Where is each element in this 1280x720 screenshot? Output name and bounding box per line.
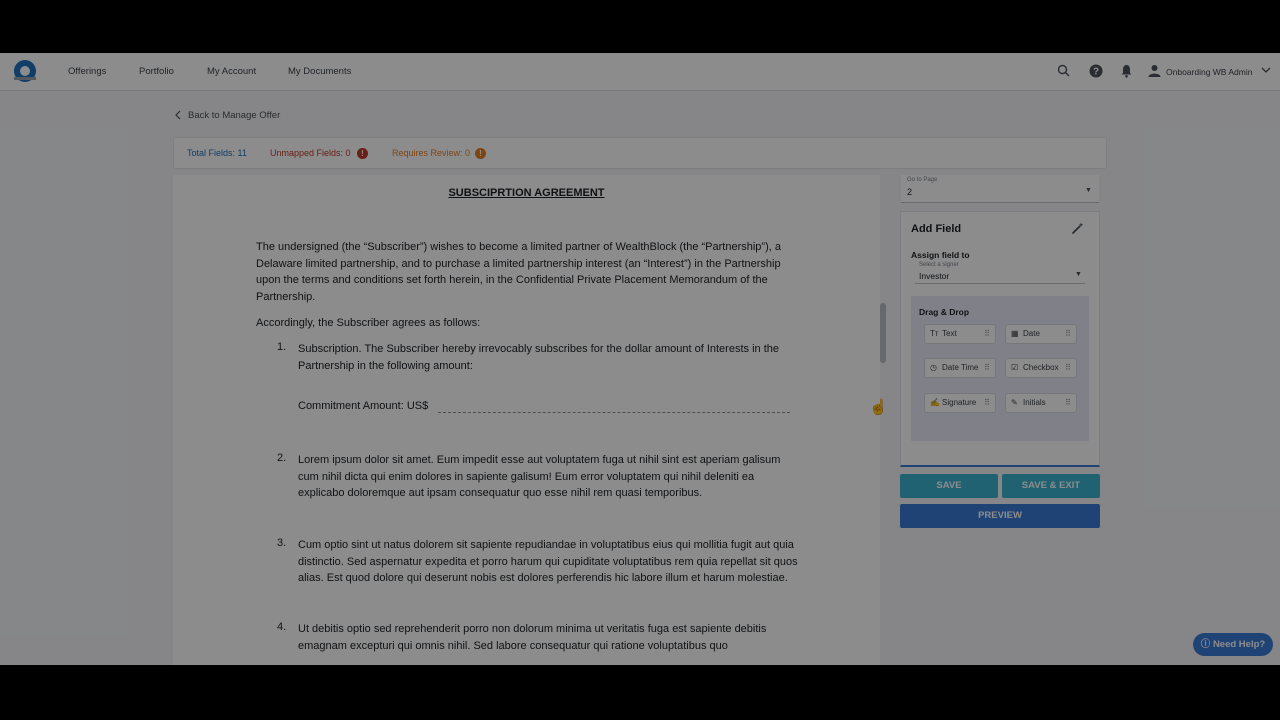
warning-icon: ! bbox=[475, 148, 486, 159]
caret-down-icon: ▼ bbox=[1075, 271, 1082, 278]
error-icon: ! bbox=[357, 148, 368, 159]
go-to-page-label: Go to Page bbox=[907, 177, 938, 183]
drag-handle-icon[interactable]: ⠿ bbox=[984, 394, 990, 412]
chip-label: Text bbox=[942, 329, 957, 338]
commitment-amount-label: Commitment Amount: US$ bbox=[298, 400, 429, 412]
drag-handle-icon[interactable]: ⠿ bbox=[1065, 325, 1071, 343]
need-help-label: Need Help? bbox=[1212, 639, 1266, 650]
back-to-manage-offer-link[interactable]: Back to Manage Offer bbox=[188, 110, 280, 121]
commitment-amount-field[interactable] bbox=[438, 412, 790, 413]
chip-label: Checkbox bbox=[1023, 363, 1059, 372]
signer-select-label: Select a signer bbox=[919, 262, 959, 268]
list-item-number: 2. bbox=[277, 452, 287, 464]
add-field-title: Add Field bbox=[911, 223, 962, 235]
magic-wand-icon[interactable] bbox=[1071, 222, 1084, 238]
signature-icon: ✍ bbox=[930, 398, 940, 407]
search-icon[interactable] bbox=[1056, 64, 1070, 78]
signature-field-chip[interactable]: ✍ Signature ⠿ bbox=[924, 393, 996, 413]
add-field-panel: Add Field Assign field to Select a signe… bbox=[900, 211, 1100, 467]
nav-portfolio[interactable]: Portfolio bbox=[139, 53, 174, 91]
top-nav-bar: Offerings Portfolio My Account My Docume… bbox=[0, 53, 1280, 91]
chevron-down-icon[interactable] bbox=[1259, 64, 1273, 78]
chip-label: Date Time bbox=[942, 363, 979, 372]
document-viewer[interactable]: SUBSCIPRTION AGREEMENT The undersigned (… bbox=[173, 175, 880, 665]
save-and-exit-button[interactable]: SAVE & EXIT bbox=[1002, 474, 1100, 498]
document-scrollbar[interactable] bbox=[880, 175, 888, 665]
document-title: SUBSCIPRTION AGREEMENT bbox=[448, 187, 605, 199]
need-help-button[interactable]: ⓘ Need Help? bbox=[1193, 633, 1273, 656]
list-item-text: Lorem ipsum dolor sit amet. Eum impedit … bbox=[298, 454, 781, 500]
signer-select[interactable]: Select a signer Investor ▼ bbox=[915, 262, 1085, 284]
nav-offerings[interactable]: Offerings bbox=[68, 53, 106, 91]
chip-label: Date bbox=[1023, 329, 1040, 338]
text-field-chip[interactable]: Tт Text ⠿ bbox=[924, 324, 996, 344]
document-paragraph: Accordingly, the Subscriber agrees as fo… bbox=[256, 317, 481, 329]
drag-handle-icon[interactable]: ⠿ bbox=[984, 359, 990, 377]
bell-icon[interactable] bbox=[1119, 64, 1133, 78]
total-fields-count: Total Fields: 11 bbox=[187, 148, 247, 158]
preview-button[interactable]: PREVIEW bbox=[900, 504, 1100, 528]
help-circle-icon: ⓘ bbox=[1200, 639, 1213, 650]
hand-cursor-icon: ☝ bbox=[869, 399, 888, 416]
user-avatar-icon[interactable] bbox=[1147, 64, 1161, 78]
chip-label: Signature bbox=[942, 398, 977, 407]
checkbox-icon: ☑ bbox=[1011, 363, 1019, 372]
drag-handle-icon[interactable]: ⠿ bbox=[1065, 359, 1071, 377]
list-item-text: Ut debitis optio sed reprehenderit porro… bbox=[298, 623, 767, 652]
logo-caption bbox=[14, 77, 36, 80]
go-to-page-value: 2 bbox=[907, 187, 913, 197]
save-button[interactable]: SAVE bbox=[900, 474, 998, 498]
calendar-icon: ▦ bbox=[1011, 329, 1019, 338]
nav-my-documents[interactable]: My Documents bbox=[288, 53, 351, 91]
list-item-text: Cum optio sint ut natus dolorem sit sapi… bbox=[298, 539, 798, 585]
list-item-text: Subscription. The Subscriber hereby irre… bbox=[298, 343, 779, 372]
drag-drop-title: Drag & Drop bbox=[919, 307, 970, 317]
user-name[interactable]: Onboarding WB Admin bbox=[1166, 53, 1252, 91]
initials-field-chip[interactable]: ✎ Initials ⠿ bbox=[1005, 393, 1077, 413]
svg-text:?: ? bbox=[1093, 67, 1099, 78]
drag-handle-icon[interactable]: ⠿ bbox=[984, 325, 990, 343]
chevron-left-icon[interactable] bbox=[175, 110, 185, 123]
unmapped-fields-count: Unmapped Fields: 0 bbox=[270, 148, 351, 158]
assign-field-label: Assign field to bbox=[911, 250, 970, 260]
chip-label: Initials bbox=[1023, 398, 1046, 407]
requires-review-count: Requires Review: 0 bbox=[392, 148, 471, 158]
drag-drop-area: Drag & Drop Tт Text ⠿ ▦ Date ⠿ ◷ Date Ti… bbox=[911, 296, 1089, 441]
list-item-number: 1. bbox=[277, 341, 287, 353]
go-to-page-select[interactable]: Go to Page 2 ▼ bbox=[901, 175, 1099, 203]
field-stats-bar: Total Fields: 11 Unmapped Fields: 0 ! Re… bbox=[173, 137, 1107, 169]
list-item-number: 4. bbox=[277, 621, 287, 633]
checkbox-field-chip[interactable]: ☑ Checkbox ⠿ bbox=[1005, 358, 1077, 378]
date-field-chip[interactable]: ▦ Date ⠿ bbox=[1005, 324, 1077, 344]
signer-select-value: Investor bbox=[919, 271, 950, 281]
document-paragraph: The undersigned (the “Subscriber”) wishe… bbox=[256, 241, 781, 304]
clock-icon: ◷ bbox=[930, 363, 937, 372]
pen-icon: ✎ bbox=[1011, 398, 1018, 407]
app-window: Offerings Portfolio My Account My Docume… bbox=[0, 53, 1280, 665]
help-icon[interactable]: ? bbox=[1089, 64, 1103, 78]
caret-down-icon: ▼ bbox=[1085, 187, 1092, 194]
date-time-field-chip[interactable]: ◷ Date Time ⠿ bbox=[924, 358, 996, 378]
drag-handle-icon[interactable]: ⠿ bbox=[1065, 394, 1071, 412]
list-item-number: 3. bbox=[277, 537, 287, 549]
document-scrollbar-thumb[interactable] bbox=[880, 303, 886, 363]
text-icon: Tт bbox=[930, 329, 939, 338]
nav-my-account[interactable]: My Account bbox=[207, 53, 256, 91]
